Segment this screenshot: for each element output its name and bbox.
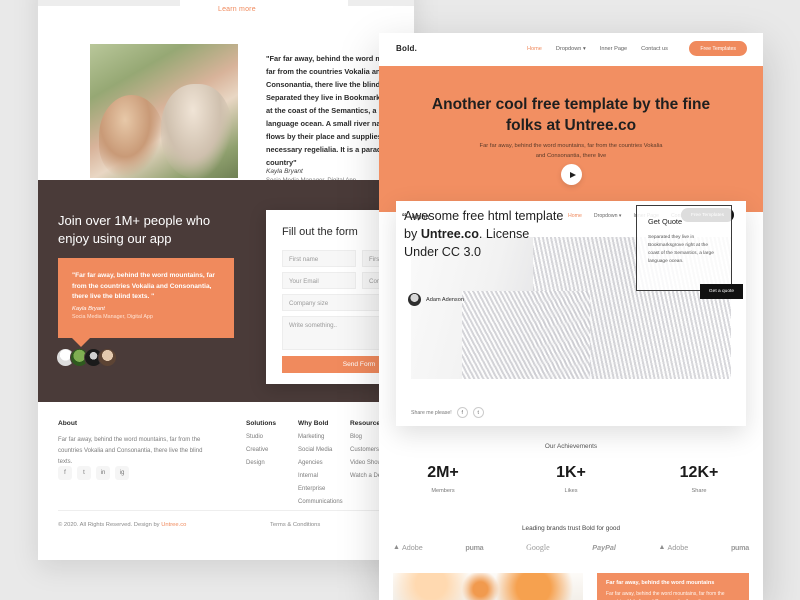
bottom-food-image (393, 573, 583, 600)
first-name-input[interactable]: First name (282, 250, 356, 267)
bottom-panel-text: Far far away, behind the word mountains,… (606, 591, 725, 600)
brand-logo[interactable]: Bold. (396, 44, 417, 53)
footer-link[interactable]: Agencies (298, 460, 343, 466)
achievement-item: 1K+ Likes (507, 464, 635, 494)
achievements-title: Our Achievements (544, 443, 598, 450)
avatar (98, 348, 117, 367)
main-nav-links: Home Dropdown ▾ Inner Page Contact us (527, 46, 668, 52)
free-templates-button[interactable]: Free Templates (689, 41, 747, 56)
copyright-text: © 2020. All Rights Reserved. Design by (58, 522, 162, 528)
email-input[interactable]: Your Email (282, 272, 356, 289)
inner-nav-item-dropdown[interactable]: Dropdown ▾ (594, 213, 622, 219)
paypal-logo: PayPal (592, 543, 616, 552)
facebook-icon[interactable]: f (58, 466, 72, 480)
main-navbar: Bold. Home Dropdown ▾ Inner Page Contact… (379, 33, 763, 66)
get-a-quote-button[interactable]: Get a quote (699, 284, 743, 299)
footer-column-solutions: Solutions Studio Creative Design (246, 420, 276, 466)
back-website-card: Learn more live "Far far away, behind th… (38, 0, 414, 560)
achievement-number: 2M+ (427, 464, 459, 481)
front-website-card: Bold. Home Dropdown ▾ Inner Page Contact… (379, 33, 763, 600)
achievement-item: 12K+ Share (635, 464, 763, 494)
footer-about-text: Far far away, behind the word mountains,… (58, 437, 203, 465)
puma-logo: puma (465, 543, 484, 552)
footer-divider (58, 510, 394, 511)
achievement-item: 2M+ Members (379, 464, 507, 494)
footer-about: About Far far away, behind the word moun… (58, 420, 208, 468)
quote-mark-icon: “ (402, 210, 407, 225)
adobe-logo: Adobe (393, 543, 423, 552)
achievements-row: 2M+ Members 1K+ Likes 12K+ Share (379, 464, 763, 494)
adobe-logo-2: Adobe (659, 543, 688, 552)
share-label: Share me please! (411, 409, 452, 416)
hero-section: Another cool free template by the fine f… (379, 66, 763, 212)
footer-social-links: f t in ig (58, 466, 129, 480)
puma-logo-2: puma (730, 543, 749, 552)
facebook-icon[interactable]: f (456, 407, 468, 418)
site-footer: About Far far away, behind the word moun… (38, 402, 414, 560)
twitter-icon[interactable]: t (77, 466, 91, 480)
get-quote-title: Get Quote (648, 217, 683, 226)
achievement-label: Likes (564, 488, 578, 494)
get-quote-text: Separated they live in Bookmarksgrove ri… (648, 235, 714, 264)
footer-column-title: Why Bold (298, 420, 329, 427)
share-bar: Share me please! f t (411, 407, 484, 418)
bottom-panel-title: Far far away, behind the word mountains (606, 580, 715, 586)
footer-link[interactable]: Communications (298, 499, 343, 505)
author-avatar (408, 293, 421, 306)
quote-author: Adam Adenson (408, 293, 464, 306)
achievements-section: Our Achievements 2M+ Members 1K+ Likes 1… (379, 443, 763, 494)
linkedin-icon[interactable]: in (96, 466, 110, 480)
nav-item-home[interactable]: Home (527, 46, 542, 52)
form-title: Fill out the form (282, 226, 358, 238)
brand-logo-row: Adobe puma Google PayPal Adobe puma (393, 543, 749, 552)
footer-link[interactable]: Creative (246, 447, 276, 453)
untree-link[interactable]: Untree.co (161, 522, 186, 528)
testimonial-author-name: Kayla Bryant (266, 168, 303, 175)
achievement-number: 1K+ (556, 464, 586, 481)
inner-hero-quote: “ Awesome free html template by Untree.c… (402, 207, 564, 261)
get-quote-box: Get Quote Separated they live in Bookmar… (636, 205, 743, 299)
architecture-pattern-secondary (462, 290, 591, 379)
instagram-icon[interactable]: ig (115, 466, 129, 480)
learn-more-link[interactable]: Learn more (218, 6, 256, 13)
quote-bubble-name: Kayla Bryant (72, 306, 105, 312)
bottom-section: Far far away, behind the word mountains … (379, 573, 763, 600)
author-name: Adam Adenson (426, 296, 464, 303)
footer-link[interactable]: Marketing (298, 434, 343, 440)
screenshot-stage: Learn more live "Far far away, behind th… (0, 0, 800, 600)
footer-link[interactable]: Enterprise (298, 486, 343, 492)
footer-link[interactable]: Social Media (298, 447, 343, 453)
join-cta-heading: Join over 1M+ people who enjoy using our… (58, 213, 211, 246)
quote-bubble-text: "Far far away, behind the word mountains… (72, 272, 215, 300)
quote-brand: Untree.co (420, 227, 479, 241)
testimonial-photo (90, 44, 238, 178)
nav-item-contact-us[interactable]: Contact us (641, 46, 668, 52)
google-logo: Google (526, 543, 550, 552)
achievement-number: 12K+ (679, 464, 719, 481)
nav-item-dropdown[interactable]: Dropdown ▾ (556, 46, 586, 52)
brands-title: Leading brands trust Bold for good (521, 525, 621, 532)
hero-title: Another cool free template by the fine f… (431, 96, 711, 134)
footer-column-title: Solutions (246, 420, 277, 427)
footer-terms-link[interactable]: Terms & Conditions (270, 522, 320, 528)
achievement-label: Share (691, 488, 707, 494)
footer-about-title: About (58, 420, 78, 427)
inner-nav-item-home[interactable]: Home (568, 213, 582, 219)
achievement-label: Members (431, 488, 455, 494)
back-card-top-white-card (180, 0, 348, 22)
inner-preview-card: Alpha Home Dropdown ▾ Inner Page Contact… (396, 201, 746, 426)
bottom-orange-panel: Far far away, behind the word mountains … (597, 573, 749, 600)
hero-subtitle: Far far away, behind the word mountains,… (479, 143, 663, 159)
footer-column-why-bold: Why Bold Marketing Social Media Agencies… (298, 420, 343, 505)
nav-item-inner-page[interactable]: Inner Page (600, 46, 627, 52)
quote-bubble-role: Socia Media Manager, Digital App (72, 314, 153, 320)
footer-link[interactable]: Internal (298, 473, 343, 479)
footer-link[interactable]: Studio (246, 434, 276, 440)
twitter-icon[interactable]: t (472, 407, 484, 418)
footer-copyright: © 2020. All Rights Reserved. Design by U… (58, 522, 186, 528)
play-icon[interactable] (561, 164, 582, 185)
quote-bubble: "Far far away, behind the word mountains… (58, 258, 234, 347)
footer-link[interactable]: Design (246, 460, 276, 466)
